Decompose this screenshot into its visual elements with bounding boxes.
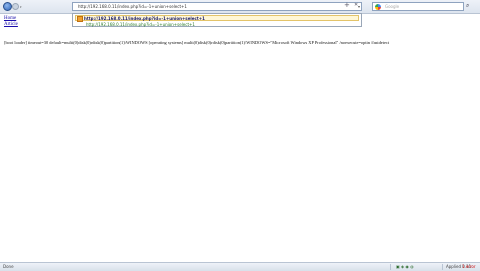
status-error[interactable]: 1 error — [462, 264, 476, 269]
article-link[interactable]: Article — [4, 22, 18, 28]
autocomplete-item[interactable]: http://192.168.0.11/index.php?id=-1+unio… — [75, 15, 359, 22]
add-icon[interactable]: + — [344, 1, 350, 9]
forward-button[interactable] — [12, 3, 19, 10]
search-input[interactable]: Google — [385, 4, 399, 9]
back-button[interactable] — [3, 2, 12, 11]
status-text: Done — [3, 264, 14, 269]
close-icon[interactable]: ✕ — [354, 2, 358, 8]
search-icon[interactable]: ⌕ — [466, 2, 469, 10]
address-dropdown-icon[interactable]: ▾ — [358, 4, 360, 9]
page-icon — [77, 16, 83, 22]
address-input[interactable]: http://192.168.0.11/index.php?id=-1+unio… — [78, 4, 187, 9]
browser-toolbar: ▾ http://192.168.0.11/index.php?id=-1+un… — [0, 0, 480, 14]
status-divider — [442, 264, 443, 270]
addon-icons[interactable]: ▣ ◈ ◉ ◍ — [396, 264, 414, 269]
autocomplete-dropdown: http://192.168.0.11/index.php?id=-1+unio… — [72, 13, 362, 27]
history-dropdown-icon[interactable]: ▾ — [20, 5, 22, 9]
status-divider — [390, 264, 391, 270]
query-result-text: [boot loader] timeout=30 default=multi(0… — [4, 40, 390, 45]
google-icon — [375, 4, 381, 10]
search-box[interactable]: Google — [372, 2, 464, 11]
autocomplete-url-detail[interactable]: http://192.168.0.11/index.php?id=-1+unio… — [86, 22, 195, 27]
address-bar[interactable]: http://192.168.0.11/index.php?id=-1+unio… — [72, 2, 362, 11]
autocomplete-url: http://192.168.0.11/index.php?id=-1+unio… — [84, 16, 205, 21]
page-nav: Home Article — [4, 16, 18, 28]
